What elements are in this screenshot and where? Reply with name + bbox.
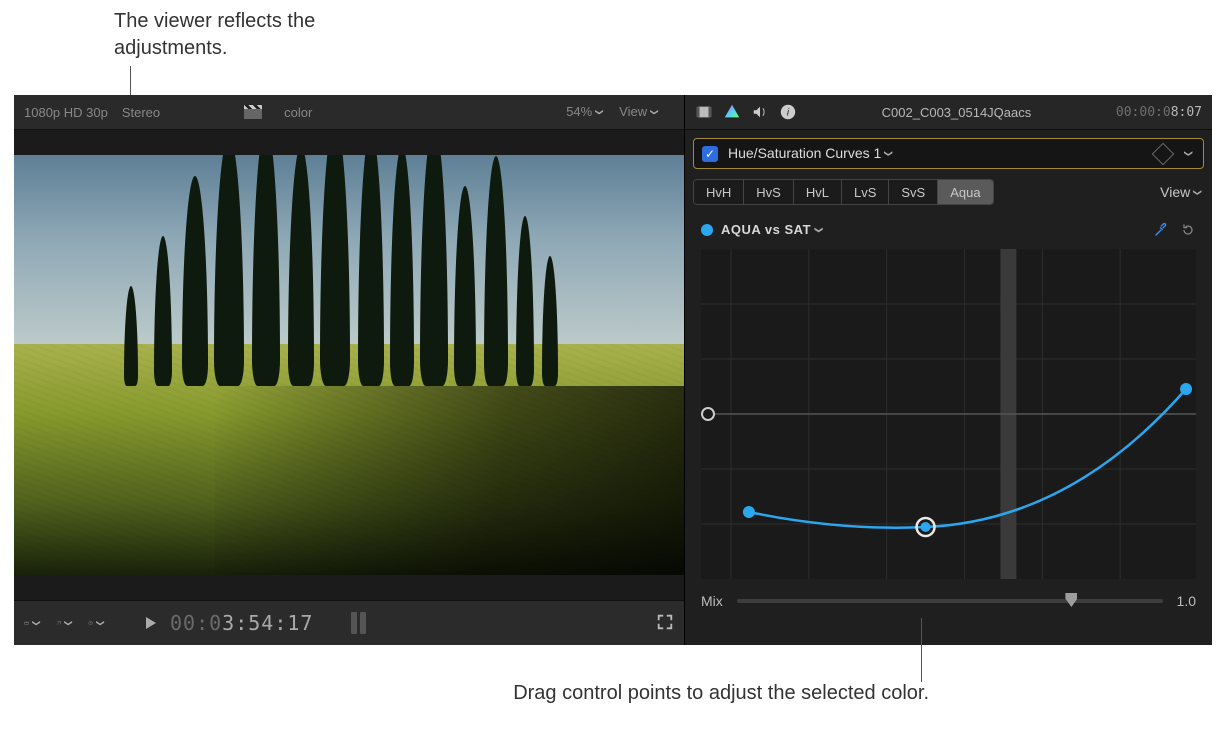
tab-lvs[interactable]: LvS	[842, 180, 889, 204]
effect-enabled-checkbox[interactable]	[702, 146, 718, 162]
clip-appearance-dropdown[interactable]	[24, 614, 42, 632]
mix-slider-thumb[interactable]	[1065, 593, 1077, 607]
viewer-pane: 1080p HD 30p Stereo color 54% View	[14, 95, 685, 645]
viewer-audio: Stereo	[122, 105, 160, 120]
video-inspector-icon[interactable]	[695, 103, 713, 121]
viewer-header: 1080p HD 30p Stereo color 54% View	[14, 95, 684, 130]
inspector-pane: i C002_C003_0514JQaacs 00:00:08:07 Hue/S…	[685, 95, 1212, 645]
tab-hvh[interactable]: HvH	[694, 180, 744, 204]
curve-canvas[interactable]	[701, 249, 1196, 579]
info-inspector-icon[interactable]: i	[779, 103, 797, 121]
reset-curve-icon[interactable]	[1180, 222, 1196, 238]
viewer-zoom-dropdown[interactable]: 54%	[566, 104, 605, 120]
tab-svs[interactable]: SvS	[889, 180, 938, 204]
mix-label: Mix	[701, 593, 723, 609]
mix-value: 1.0	[1177, 593, 1196, 609]
keyframe-icon[interactable]	[1152, 142, 1175, 165]
curve-segmented-control: HvH HvS HvL LvS SvS Aqua	[693, 179, 994, 205]
transform-tool-dropdown[interactable]	[56, 614, 74, 632]
curve-title-dropdown[interactable]: AQUA vs SAT	[721, 222, 824, 238]
curve-header: AQUA vs SAT	[701, 221, 1196, 239]
annotation-top: The viewer reflects the adjustments.	[114, 8, 414, 62]
eyedropper-icon[interactable]	[1152, 221, 1170, 239]
fullscreen-button[interactable]	[656, 613, 674, 634]
curve-view-dropdown[interactable]: View	[1160, 184, 1204, 201]
preview-image	[14, 155, 684, 575]
effect-preset-dropdown[interactable]	[1181, 145, 1195, 162]
tab-hvs[interactable]: HvS	[744, 180, 794, 204]
inspector-header: i C002_C003_0514JQaacs 00:00:08:07	[685, 95, 1212, 130]
curve-midline-handle[interactable]	[701, 407, 715, 421]
tab-hvl[interactable]: HvL	[794, 180, 842, 204]
mix-slider-row: Mix 1.0	[701, 593, 1196, 609]
callout-line-bottom	[921, 618, 922, 682]
viewer-canvas[interactable]	[14, 130, 684, 600]
clapperboard-icon	[244, 105, 262, 119]
curve-tabs: HvH HvS HvL LvS SvS Aqua View	[693, 179, 1204, 205]
audio-inspector-icon[interactable]	[751, 103, 769, 121]
annotation-bottom: Drag control points to adjust the select…	[509, 680, 929, 707]
play-button[interactable]	[146, 617, 156, 629]
effect-hue-saturation-row[interactable]: Hue/Saturation Curves 1	[693, 138, 1204, 169]
curve-color-dot	[701, 224, 713, 236]
viewer-footer: 00:03:54:17	[14, 600, 684, 645]
inspector-clip-title: C002_C003_0514JQaacs	[882, 105, 1032, 120]
retime-dropdown[interactable]	[88, 614, 106, 632]
viewer-timecode[interactable]: 00:03:54:17	[170, 611, 313, 635]
app-shell: 1080p HD 30p Stereo color 54% View	[14, 95, 1212, 645]
viewer-clip-name: color	[284, 105, 312, 120]
mix-slider[interactable]	[737, 599, 1163, 603]
audio-meter	[351, 612, 366, 634]
viewer-view-dropdown[interactable]: View	[619, 104, 660, 120]
inspector-timecode: 00:00:08:07	[1116, 105, 1202, 120]
effect-name-dropdown[interactable]: Hue/Saturation Curves 1	[728, 145, 895, 162]
tab-aqua[interactable]: Aqua	[938, 180, 992, 204]
viewer-format: 1080p HD 30p	[24, 105, 108, 120]
color-inspector-icon[interactable]	[723, 103, 741, 121]
viewer-clip-label: color	[244, 105, 326, 120]
